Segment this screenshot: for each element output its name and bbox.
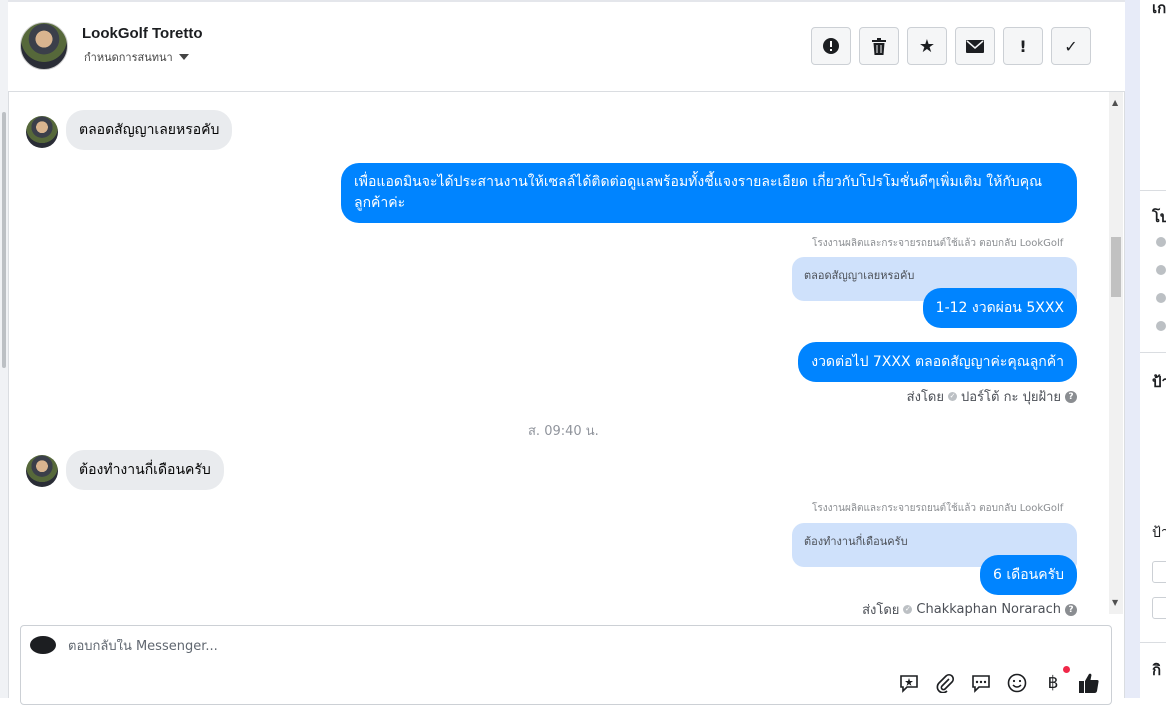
sender-avatar[interactable] [26, 455, 58, 487]
message-input[interactable] [68, 639, 768, 654]
thread-scrollbar[interactable]: ▲ ▼ [1109, 92, 1123, 614]
help-icon[interactable]: ? [1065, 603, 1077, 616]
education-icon [1156, 265, 1166, 275]
location-pin-icon-2 [1156, 321, 1166, 331]
info-side-panel: เก โบ ป้า ป้า กิ [1140, 0, 1166, 698]
panel-input-2[interactable] [1152, 597, 1166, 619]
location-pin-icon [1156, 293, 1166, 303]
clock-icon [1156, 237, 1166, 247]
panel-heading-4: ป้า [1152, 525, 1166, 541]
exclamation-icon: ! [1019, 36, 1027, 56]
sender-name[interactable]: ปอร์โต้ กะ ปุยฝ้าย [961, 386, 1061, 407]
incoming-message: ตลอดสัญญาเลยหรอคับ [66, 110, 233, 150]
sent-by-line: ส่งโดย ✓ Chakkaphan Norarach ? [862, 599, 1077, 620]
right-gutter [1125, 0, 1140, 698]
contact-avatar[interactable] [20, 22, 68, 70]
saved-reply-icon[interactable] [898, 672, 920, 694]
scrollbar-thumb[interactable] [1111, 237, 1121, 297]
alert-circle-icon [823, 38, 839, 54]
payment-icon[interactable]: ฿ [1042, 666, 1070, 694]
panel-heading-2: โบ [1152, 208, 1166, 226]
attach-icon[interactable] [934, 672, 956, 694]
panel-heading-5: กิ [1152, 661, 1162, 679]
left-scroll-strip [0, 0, 8, 698]
envelope-icon [966, 39, 984, 53]
left-scrollbar-thumb[interactable] [2, 112, 6, 368]
sender-avatar[interactable] [26, 116, 58, 148]
outgoing-reply: 1-12 งวดผ่อน 5XXX [922, 288, 1077, 328]
sent-by-line: ส่งโดย ✓ ปอร์โต้ กะ ปุยฝ้าย ? [907, 386, 1077, 407]
assign-label: กำหนดการสนทนา [84, 51, 173, 64]
quick-reply-icon[interactable] [970, 672, 992, 694]
panel-divider-2 [1140, 352, 1166, 353]
important-button[interactable]: ! [1003, 27, 1043, 65]
reply-context: โรงงานผลิตและกระจายรถยนต์ใช้แล้ว ตอบกลับ… [812, 503, 1064, 514]
check-circle-icon: ✓ [903, 605, 913, 614]
check-icon: ✓ [1064, 36, 1078, 56]
emoji-icon[interactable] [1006, 672, 1028, 694]
panel-heading-1: เก [1152, 0, 1166, 17]
like-button[interactable] [1078, 672, 1100, 694]
star-icon: ★ [918, 35, 936, 57]
page-avatar [30, 636, 56, 654]
star-button[interactable]: ★ [907, 27, 947, 65]
mark-done-button[interactable]: ✓ [1051, 27, 1091, 65]
timestamp: ส. 09:40 น. [528, 424, 599, 439]
outgoing-reply: 6 เดือนครับ [980, 555, 1077, 595]
reply-context: โรงงานผลิตและกระจายรถยนต์ใช้แล้ว ตอบกลับ… [812, 238, 1064, 249]
sent-by-label: ส่งโดย [862, 603, 900, 618]
outgoing-message: เพื่อแอดมินจะได้ประสานงานให้เซลล์ได้ติดต… [341, 163, 1077, 223]
sender-name[interactable]: Chakkaphan Norarach [916, 602, 1061, 617]
sent-by-label: ส่งโดย [906, 390, 944, 405]
baht-icon: ฿ [1047, 673, 1059, 693]
thumbs-up-icon [1079, 673, 1099, 693]
panel-input-1[interactable] [1152, 561, 1166, 583]
scroll-up-arrow-icon[interactable]: ▲ [1112, 98, 1118, 107]
check-circle-icon: ✓ [948, 392, 957, 401]
panel-divider-3 [1140, 642, 1166, 643]
caret-down-icon [178, 54, 189, 60]
incoming-message: ต้องทำงานกี่เดือนครับ [66, 450, 224, 490]
help-icon[interactable]: ? [1065, 390, 1077, 403]
notification-dot [1063, 666, 1070, 673]
trash-icon [872, 37, 886, 55]
mail-button[interactable] [955, 27, 995, 65]
spam-button[interactable] [811, 27, 851, 65]
contact-name[interactable]: LookGolf Toretto [82, 25, 203, 42]
outgoing-message: งวดต่อไป 7XXX ตลอดสัญญาค่ะคุณลูกค้า [798, 342, 1077, 382]
scroll-down-arrow-icon[interactable]: ▼ [1112, 598, 1118, 607]
delete-button[interactable] [859, 27, 899, 65]
panel-divider [1140, 190, 1166, 191]
panel-heading-3: ป้า [1152, 373, 1166, 391]
assign-conversation-dropdown[interactable]: กำหนดการสนทนา [84, 48, 189, 66]
